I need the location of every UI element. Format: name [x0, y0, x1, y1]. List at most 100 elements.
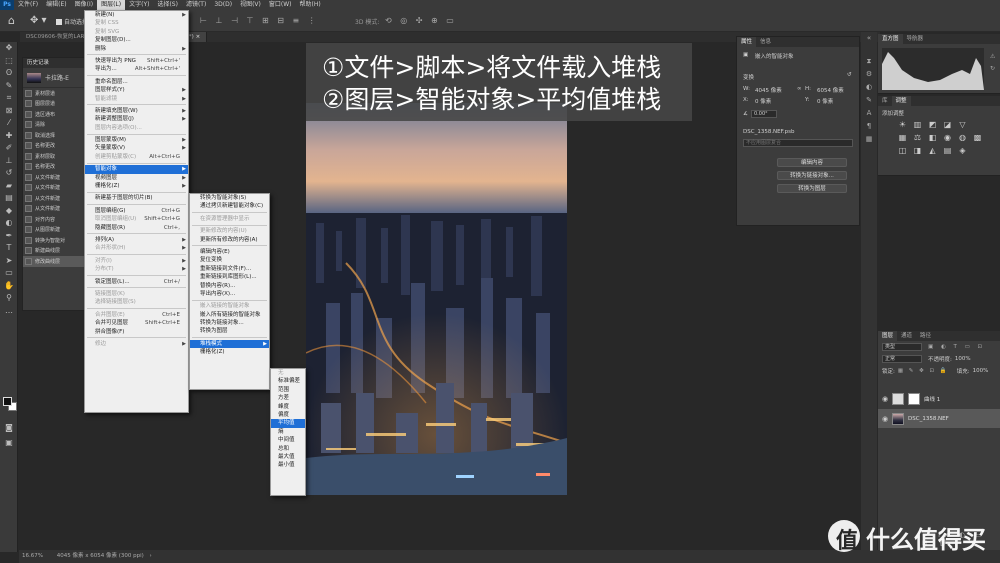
menu-item[interactable]: 重新链接到文件(F)... [190, 265, 269, 273]
menu-item[interactable]: 转换为图层 [190, 327, 269, 335]
menu-item[interactable]: 图层样式(Y) ▶ [85, 86, 188, 94]
hue-saturation-icon[interactable]: ▦ [898, 133, 907, 142]
levels-icon[interactable]: ▥ [913, 120, 922, 129]
history-item[interactable]: 转换为智能对 [23, 235, 85, 246]
tab-navigator[interactable]: 导航器 [903, 34, 928, 44]
tab-libraries[interactable]: 库 [878, 96, 892, 106]
visibility-eye-icon[interactable]: ◉ [878, 395, 892, 403]
threshold-icon[interactable]: ◭ [928, 146, 937, 155]
reset-transform-icon[interactable]: ↺ [847, 72, 852, 78]
opacity-value[interactable]: 100% [955, 356, 971, 362]
menu-item[interactable]: 栅格化(Z) [190, 348, 269, 356]
zoom-tool-icon[interactable]: ⚲ [0, 292, 18, 305]
selective-color-icon[interactable]: ◈ [958, 146, 967, 155]
layer-comp-select[interactable]: 不应用图层复合 [743, 139, 853, 147]
move-tool-icon[interactable]: ✥ [0, 42, 18, 55]
menu-item[interactable]: 新建填充图层(W) ▶ [85, 107, 188, 115]
history-item[interactable]: 从文件新建 [23, 172, 85, 183]
3d-tools-icons[interactable]: ⟲ ◎ ✣ ⊕ ▭ [385, 16, 457, 25]
menu-item[interactable]: 快速导出为 PNG Shift+Ctrl+' [85, 57, 188, 65]
marquee-tool-icon[interactable]: ⬚ [0, 55, 18, 68]
visibility-eye-icon[interactable]: ◉ [878, 415, 892, 423]
gradient-tool-icon[interactable]: ▤ [0, 192, 18, 205]
eyedropper-tool-icon[interactable]: ⁄ [0, 117, 18, 130]
blur-tool-icon[interactable]: ◆ [0, 205, 18, 218]
color-balance-icon[interactable]: ⚖ [913, 133, 922, 142]
menu-item[interactable]: 平均值 [271, 419, 305, 428]
brush-panel-icon[interactable]: ✎ [861, 94, 877, 107]
curves-icon[interactable]: ◩ [928, 120, 937, 129]
menu-item[interactable]: 栅格化(Z) ▶ [85, 182, 188, 190]
menu-item[interactable]: 范围 [271, 386, 305, 394]
color-lookup-icon[interactable]: ▩ [973, 133, 982, 142]
swatches-panel-icon[interactable]: ▦ [861, 133, 877, 146]
lock-icons[interactable]: ▦ ✎ ✥ ⊡ 🔒 [898, 368, 949, 374]
crop-tool-icon[interactable]: ⌗ [0, 92, 18, 105]
menu-item[interactable]: 合并可见图层 Shift+Ctrl+E [85, 319, 188, 327]
menu-8[interactable]: 视图(V) [236, 0, 265, 10]
w-value[interactable]: 4045 像素 [755, 86, 782, 94]
quick-mask-icon[interactable]: ◙ [0, 422, 18, 435]
frame-tool-icon[interactable]: ⊠ [0, 105, 18, 118]
y-value[interactable]: 0 像素 [817, 97, 833, 105]
brightness-contrast-icon[interactable]: ☀ [898, 120, 907, 129]
more-tools-icon[interactable]: … [0, 305, 18, 318]
photo-filter-icon[interactable]: ◉ [943, 133, 952, 142]
menu-item[interactable]: 偏度 [271, 411, 305, 419]
menu-item[interactable]: 排列(A) ▶ [85, 236, 188, 244]
fill-value[interactable]: 100% [973, 368, 989, 374]
align-icons[interactable]: ⊢ ⊥ ⊣ ⊤ ⊞ ⊟ ≡ ⋮ [200, 16, 319, 25]
tab-adjustments[interactable]: 调整 [891, 96, 911, 106]
layer-kind-select[interactable]: 类型 [882, 343, 922, 351]
black-white-icon[interactable]: ◧ [928, 133, 937, 142]
menu-item[interactable]: 替换内容(R)... [190, 282, 269, 290]
screen-mode-icon[interactable]: ▣ [0, 437, 18, 450]
stamp-tool-icon[interactable]: ⊥ [0, 155, 18, 168]
menu-item[interactable]: 删除 ▶ [85, 45, 188, 53]
history-snapshot[interactable]: 卡拉路-E [23, 68, 85, 88]
menu-item[interactable]: 转换为链接对象... [190, 319, 269, 327]
layer-filter-icons[interactable]: ▣ ◐ T ▭ ⊡ [928, 344, 985, 350]
menu-7[interactable]: 3D(D) [210, 0, 236, 10]
history-item[interactable]: 名称更改 [23, 141, 85, 152]
channel-mixer-icon[interactable]: ◍ [958, 133, 967, 142]
menu-item[interactable]: 重命名图层... [85, 78, 188, 86]
tab-channels[interactable]: 通道 [897, 331, 916, 341]
menu-1[interactable]: 编辑(E) [42, 0, 70, 10]
menu-item[interactable]: 标准偏差 [271, 377, 305, 385]
convert-to-linked-button[interactable]: 转换为链接对象... [777, 171, 847, 180]
history-item[interactable]: 图层层道 [23, 99, 85, 110]
exposure-icon[interactable]: ◪ [943, 120, 952, 129]
history-item[interactable]: 修改曲线层 [23, 256, 85, 267]
history-item[interactable]: 取消选择 [23, 130, 85, 141]
history-brush-icon[interactable]: ↺ [0, 167, 18, 180]
menu-item[interactable]: 矢量蒙版(V) ▶ [85, 144, 188, 152]
character-panel-icon[interactable]: A [861, 107, 877, 120]
status-arrow-icon[interactable]: › [150, 553, 152, 559]
dodge-tool-icon[interactable]: ◐ [0, 217, 18, 230]
link-icon[interactable]: ∞ [797, 86, 802, 92]
history-panel-icon[interactable]: ⧗ [861, 55, 877, 68]
properties-panel-icon[interactable]: ⚙ [861, 68, 877, 81]
layer-row-curves[interactable]: ◉ 曲线 1 [878, 389, 1000, 408]
menu-0[interactable]: 文件(F) [14, 0, 42, 10]
tab-histogram[interactable]: 直方图 [878, 34, 903, 44]
eraser-tool-icon[interactable]: ▰ [0, 180, 18, 193]
menu-item[interactable]: 方差 [271, 394, 305, 402]
history-item[interactable]: 素材层取 [23, 151, 85, 162]
posterize-icon[interactable]: ◨ [913, 146, 922, 155]
tab-properties[interactable]: 属性 [737, 37, 757, 47]
menu-item[interactable]: 峰度 [271, 403, 305, 411]
brush-tool-icon[interactable]: ✐ [0, 142, 18, 155]
menu-item[interactable]: 导出内容(X)... [190, 290, 269, 298]
history-item[interactable]: 素材层道 [23, 88, 85, 99]
tab-info[interactable]: 信息 [756, 37, 775, 47]
menu-9[interactable]: 窗口(W) [265, 0, 296, 10]
menu-item[interactable]: 图层编组(G) Ctrl+G [85, 207, 188, 215]
menu-item[interactable]: 导出为... Alt+Shift+Ctrl+' [85, 65, 188, 73]
menu-item[interactable]: 视频图层 ▶ [85, 174, 188, 182]
menu-item[interactable]: 编辑内容(E) [190, 248, 269, 256]
healing-tool-icon[interactable]: ✚ [0, 130, 18, 143]
menu-item[interactable]: 熵 [271, 428, 305, 436]
history-item[interactable]: 选区通布 [23, 109, 85, 120]
